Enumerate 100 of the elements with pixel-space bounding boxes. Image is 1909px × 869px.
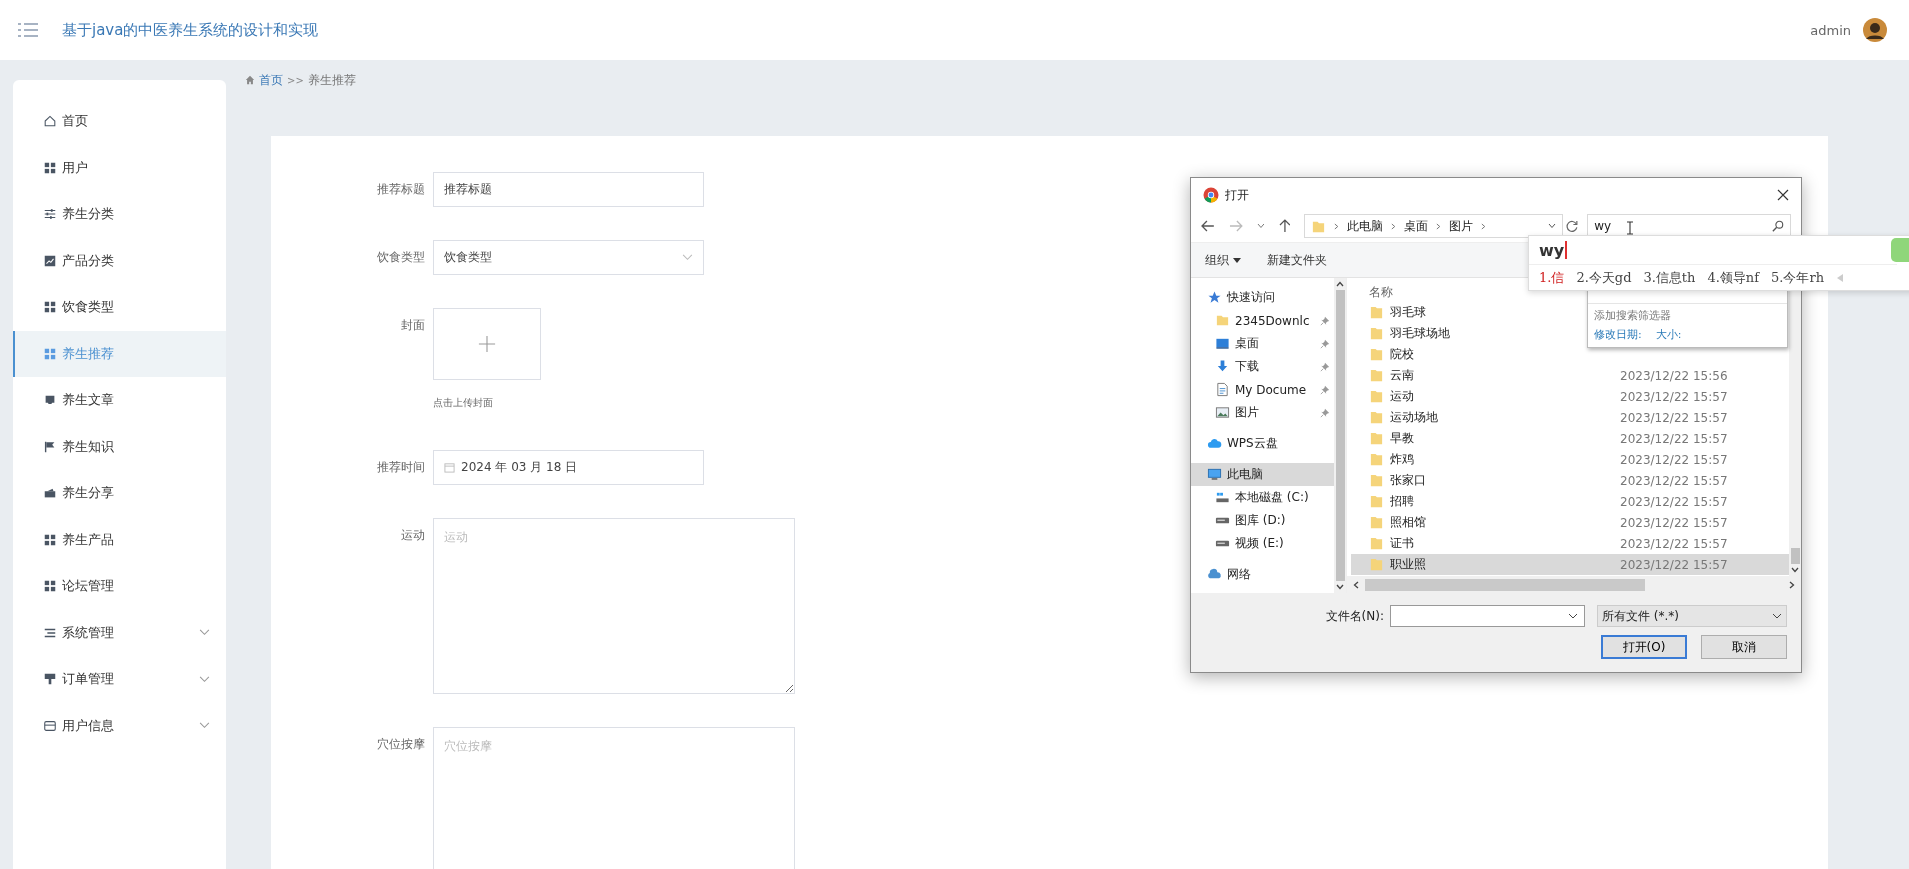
nav-item[interactable]: 图库 (D:): [1191, 509, 1334, 532]
sidebar-item[interactable]: 饮食类型: [13, 284, 226, 331]
sidebar-item[interactable]: 产品分类: [13, 237, 226, 284]
calendar-icon: [444, 462, 455, 473]
flag-icon: [43, 439, 57, 454]
back-arrow-icon[interactable]: [1201, 220, 1215, 232]
monitor-icon: [1215, 336, 1230, 351]
grid-icon: [43, 346, 57, 361]
nav-item[interactable]: 此电脑: [1191, 463, 1334, 486]
folder-icon: [1369, 431, 1384, 446]
sidebar-item[interactable]: 养生文章: [13, 377, 226, 424]
stamp-icon: [43, 672, 57, 687]
ime-candidate[interactable]: 5.今年rh: [1771, 268, 1825, 287]
text-area[interactable]: 穴位按摩: [433, 727, 795, 869]
avatar[interactable]: [1863, 18, 1887, 42]
scroll-thumb[interactable]: [1335, 290, 1345, 581]
sidebar-item[interactable]: 养生分类: [13, 191, 226, 238]
cancel-button[interactable]: 取消: [1701, 635, 1787, 659]
file-row[interactable]: 云南 2023/12/22 15:56: [1351, 365, 1789, 386]
nav-item[interactable]: 视频 (E:): [1191, 532, 1334, 555]
folder-icon: [1369, 305, 1384, 320]
file-row[interactable]: 炸鸡 2023/12/22 15:57: [1351, 449, 1789, 470]
filter-link[interactable]: 修改日期:: [1594, 327, 1642, 342]
filter-link[interactable]: 大小:: [1655, 327, 1682, 342]
file-row[interactable]: 院校: [1351, 344, 1789, 365]
scroll-up-icon[interactable]: [1336, 281, 1344, 287]
file-name-label: 文件名(N):: [1325, 607, 1384, 625]
field-label: 推荐标题: [376, 181, 426, 198]
breadcrumb-link[interactable]: 首页: [259, 71, 283, 89]
folder-icon: [1369, 452, 1384, 467]
file-row[interactable]: 证书 2023/12/22 15:57: [1351, 533, 1789, 554]
file-row[interactable]: 职业照 2023/12/22 15:57: [1351, 554, 1789, 575]
nav-item[interactable]: 快速访问: [1191, 286, 1334, 309]
address-bar[interactable]: 此电脑 桌面 图片: [1304, 214, 1564, 238]
text-field[interactable]: 推荐标题: [433, 172, 704, 207]
user-name[interactable]: admin: [1810, 22, 1851, 38]
organize-button[interactable]: 组织: [1205, 251, 1241, 269]
ime-candidate[interactable]: 4.领导nf: [1707, 268, 1760, 287]
sidebar-item[interactable]: 用户: [13, 144, 226, 191]
file-row[interactable]: 运动场地 2023/12/22 15:57: [1351, 407, 1789, 428]
scroll-down-icon[interactable]: [1791, 567, 1799, 573]
field-label: 穴位按摩: [376, 736, 426, 753]
sidebar-item[interactable]: 用户信息: [13, 702, 226, 749]
file-type-select[interactable]: 所有文件 (*.*): [1597, 605, 1787, 627]
chart-icon: [43, 253, 57, 268]
file-name-field[interactable]: [1390, 605, 1585, 627]
cloud-icon: [1207, 436, 1222, 451]
close-icon[interactable]: [1777, 189, 1789, 201]
pin-icon: [1320, 315, 1330, 326]
chevron-right-icon: [1391, 222, 1397, 230]
breadcrumb-current: 养生推荐: [307, 71, 356, 89]
chevron-right-icon: [1334, 222, 1340, 230]
date-field[interactable]: 2024 年 03 月 18 日: [433, 450, 704, 485]
file-row[interactable]: 运动 2023/12/22 15:57: [1351, 386, 1789, 407]
file-row[interactable]: 张家口 2023/12/22 15:57: [1351, 470, 1789, 491]
chevron-down-icon: [682, 254, 693, 261]
text-area[interactable]: 运动: [433, 518, 795, 694]
sidebar-item[interactable]: 养生知识: [13, 423, 226, 470]
up-arrow-icon[interactable]: [1278, 219, 1291, 233]
chevron-down-icon[interactable]: [1548, 223, 1557, 229]
path-segment[interactable]: 此电脑: [1347, 217, 1384, 235]
file-row[interactable]: 招聘 2023/12/22 15:57: [1351, 491, 1789, 512]
scroll-thumb[interactable]: [1365, 578, 1645, 591]
scroll-thumb[interactable]: [1790, 548, 1800, 564]
chevron-right-icon: [1436, 222, 1442, 230]
nav-item[interactable]: WPS云盘: [1191, 432, 1334, 455]
home-icon: [245, 75, 255, 85]
sidebar-item[interactable]: 系统管理: [13, 609, 226, 656]
file-row[interactable]: 照相馆 2023/12/22 15:57: [1351, 512, 1789, 533]
scroll-right-icon[interactable]: [1789, 580, 1795, 589]
caret-icon[interactable]: [1256, 223, 1265, 229]
sidebar-item[interactable]: 论坛管理: [13, 563, 226, 610]
sidebar-item[interactable]: 首页: [13, 98, 226, 145]
ime-candidate[interactable]: 2.今天gd: [1576, 268, 1632, 287]
sidebar-item[interactable]: 养生分享: [13, 470, 226, 517]
path-segment[interactable]: 桌面: [1404, 217, 1429, 235]
ime-candidate[interactable]: 3.信息th: [1643, 268, 1696, 287]
file-row[interactable]: 早教 2023/12/22 15:57: [1351, 428, 1789, 449]
sidebar-item[interactable]: 养生产品: [13, 516, 226, 563]
pin-icon: [1320, 407, 1330, 418]
nav-item[interactable]: 桌面: [1191, 332, 1334, 355]
new-folder-button[interactable]: 新建文件夹: [1267, 251, 1327, 269]
chevron-down-icon[interactable]: [1568, 613, 1578, 619]
scrollbar[interactable]: [1334, 278, 1346, 593]
nav-item[interactable]: 下载: [1191, 355, 1334, 378]
nav-item[interactable]: 2345Downlc: [1191, 309, 1334, 332]
nav-item[interactable]: 网络: [1191, 563, 1334, 586]
refresh-icon[interactable]: [1565, 219, 1580, 233]
open-button[interactable]: 打开(O): [1601, 635, 1687, 659]
scroll-left-icon[interactable]: [1353, 580, 1359, 589]
scrollbar[interactable]: [1347, 576, 1801, 593]
nav-item[interactable]: 图片: [1191, 401, 1334, 424]
select-field[interactable]: 饮食类型: [433, 240, 704, 275]
scroll-down-icon[interactable]: [1336, 584, 1344, 590]
folder-icon: [1369, 389, 1384, 404]
nav-item[interactable]: My Docume: [1191, 378, 1334, 401]
ime-candidate[interactable]: 1.信: [1539, 268, 1565, 287]
nav-item[interactable]: 本地磁盘 (C:): [1191, 486, 1334, 509]
sidebar-item[interactable]: 订单管理: [13, 656, 226, 703]
path-segment[interactable]: 图片: [1449, 217, 1474, 235]
